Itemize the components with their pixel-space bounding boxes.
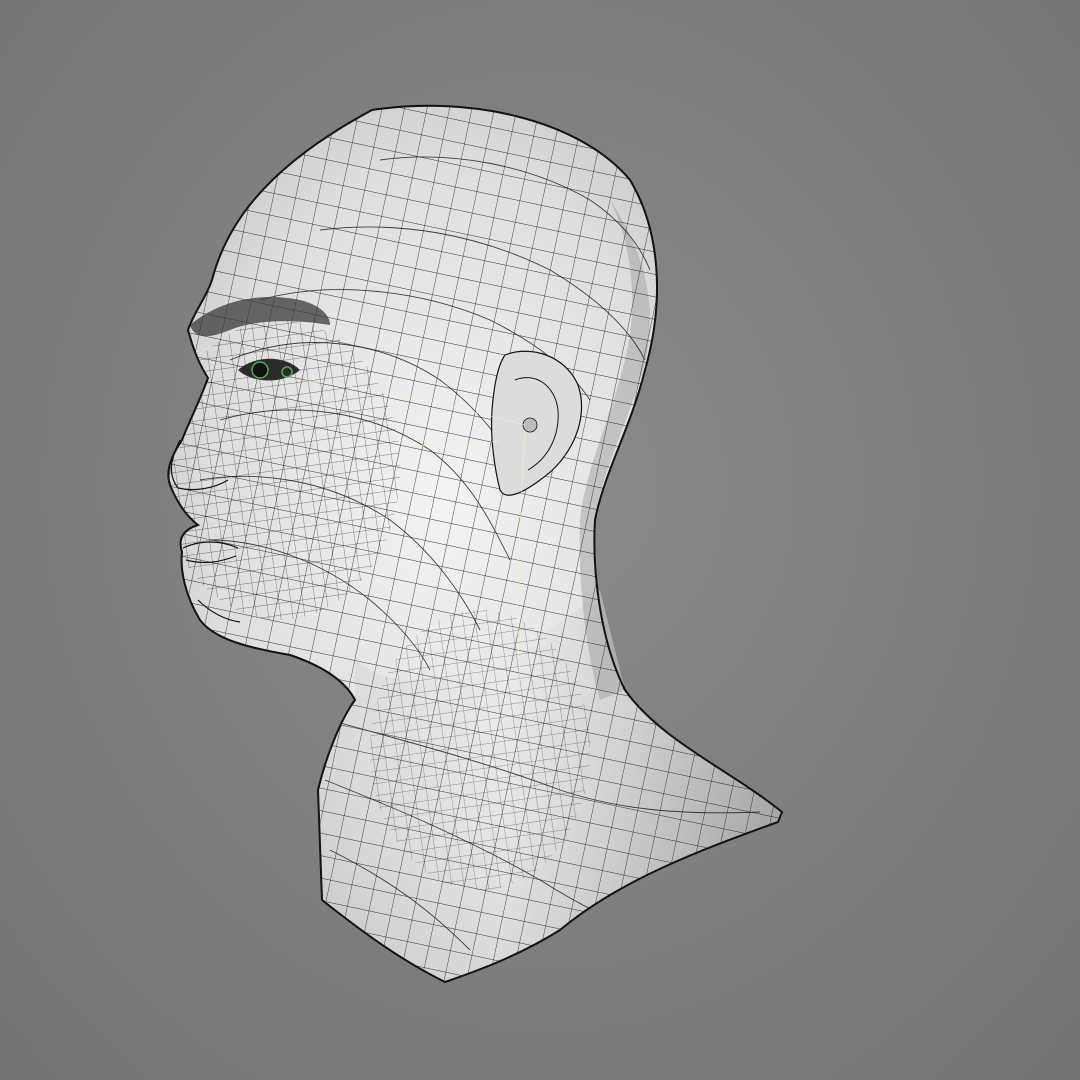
3d-viewport[interactable]: [0, 0, 1080, 1080]
head-model-render[interactable]: [0, 0, 1080, 1080]
wireframe-mesh: [168, 105, 783, 983]
